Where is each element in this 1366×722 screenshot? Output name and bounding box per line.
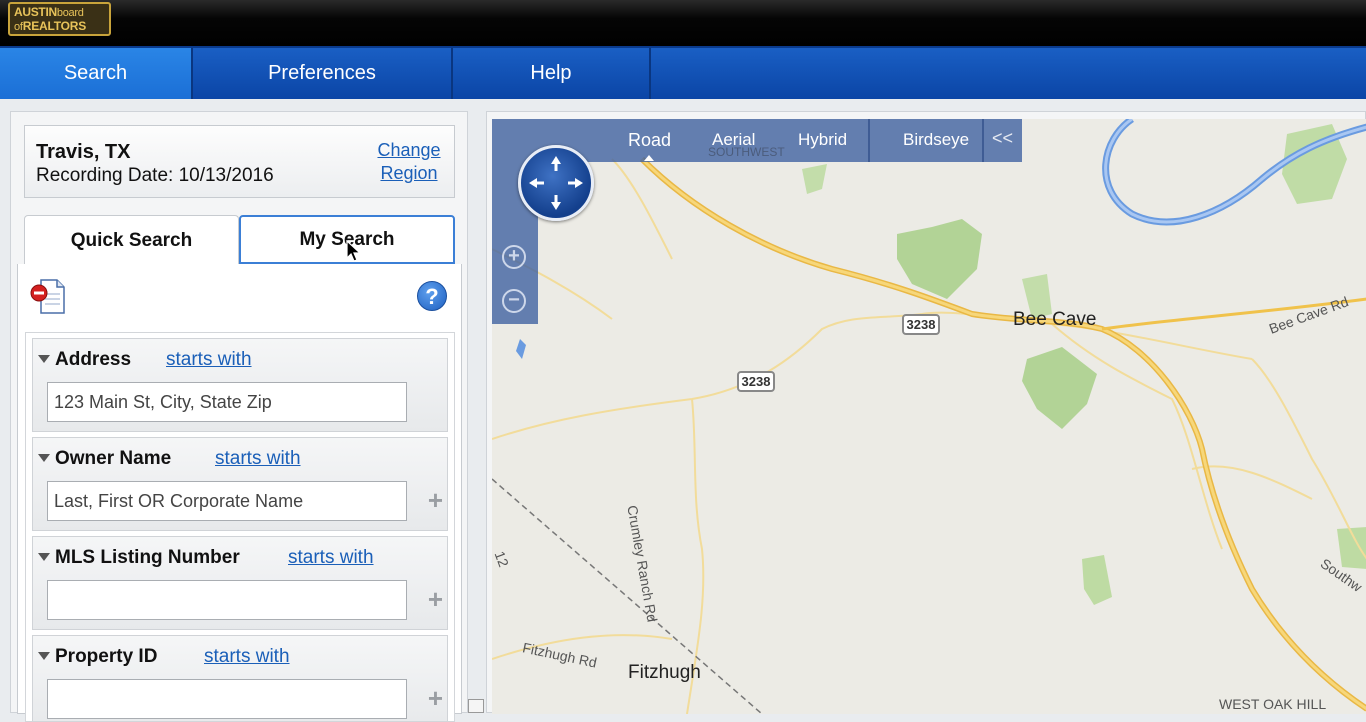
scrollbar-corner[interactable] bbox=[468, 699, 484, 713]
quick-search-body: ? Address starts with Owner Name starts … bbox=[17, 264, 462, 722]
change-region-link[interactable]: Change Region bbox=[374, 139, 444, 185]
map-mode-birdseye[interactable]: Birdseye bbox=[903, 130, 969, 150]
collapse-toolbar-button[interactable]: << bbox=[992, 128, 1013, 149]
austin-board-of-realtors-logo[interactable]: AUSTINboard ofREALTORS bbox=[8, 2, 111, 36]
add-property-id-plus-icon[interactable]: + bbox=[428, 685, 443, 711]
nav-tab-preferences[interactable]: Preferences bbox=[193, 48, 453, 99]
toolbar-divider bbox=[868, 119, 870, 162]
collapse-triangle-icon[interactable] bbox=[38, 553, 50, 561]
collapse-triangle-icon[interactable] bbox=[38, 652, 50, 660]
mouse-cursor-icon bbox=[346, 240, 362, 262]
add-mls-plus-icon[interactable]: + bbox=[428, 586, 443, 612]
top-brand-bar: AUSTINboard ofREALTORS bbox=[0, 0, 1366, 46]
zoom-in-icon[interactable]: + bbox=[502, 245, 526, 269]
change-region-line1: Change bbox=[377, 140, 441, 160]
map-canvas[interactable]: Road Aerial SOUTHWEST Hybrid Birdseye <<… bbox=[492, 119, 1366, 714]
address-label: Address bbox=[55, 349, 132, 370]
collapse-triangle-icon[interactable] bbox=[38, 454, 50, 462]
owner-name-label: Owner Name bbox=[55, 448, 172, 469]
address-input[interactable] bbox=[47, 382, 407, 422]
property-id-match-mode-link[interactable]: starts with bbox=[204, 646, 290, 668]
search-tabs: Quick Search My Search bbox=[24, 215, 456, 266]
road-shield-3238: 3238 bbox=[737, 371, 775, 392]
owner-name-match-mode-link[interactable]: starts with bbox=[215, 448, 301, 470]
help-icon[interactable]: ? bbox=[417, 281, 447, 311]
mls-listing-number-input[interactable] bbox=[47, 580, 407, 620]
nav-tab-help[interactable]: Help bbox=[453, 48, 651, 99]
place-label-fitzhugh: Fitzhugh bbox=[628, 662, 701, 683]
road-shield-3238: 3238 bbox=[902, 314, 940, 335]
mls-match-mode-link[interactable]: starts with bbox=[288, 547, 374, 569]
search-panel: Travis, TX Recording Date: 10/13/2016 Ch… bbox=[10, 111, 468, 722]
map-label-southwest: SOUTHWEST bbox=[708, 145, 785, 159]
search-fields: Address starts with Owner Name starts wi… bbox=[25, 332, 455, 722]
map-terrain bbox=[492, 119, 1366, 714]
main-nav: Search Preferences Help bbox=[0, 46, 1366, 99]
field-group-property-id: Property ID starts with + bbox=[32, 635, 448, 721]
map-mode-road[interactable]: Road bbox=[628, 130, 671, 151]
property-id-input[interactable] bbox=[47, 679, 407, 719]
logo-text-austin: AUSTIN bbox=[14, 5, 57, 19]
collapse-triangle-icon[interactable] bbox=[38, 355, 50, 363]
owner-name-input[interactable] bbox=[47, 481, 407, 521]
place-label-west-oak-hill: WEST OAK HILL bbox=[1219, 696, 1327, 712]
logo-text-realtors: REALTORS bbox=[22, 19, 87, 33]
logo-text-of: of bbox=[14, 21, 23, 33]
address-match-mode-link[interactable]: starts with bbox=[166, 349, 252, 371]
recording-date: Recording Date: 10/13/2016 bbox=[36, 165, 274, 186]
logo-text-board: board bbox=[56, 7, 84, 19]
property-id-label: Property ID bbox=[55, 646, 158, 667]
change-region-line2: Region bbox=[380, 163, 438, 183]
pan-compass-icon[interactable] bbox=[518, 145, 594, 221]
region-box: Travis, TX Recording Date: 10/13/2016 Ch… bbox=[24, 125, 455, 198]
nav-tab-search[interactable]: Search bbox=[0, 48, 193, 99]
map-mode-hybrid[interactable]: Hybrid bbox=[798, 130, 847, 150]
pan-arrows-icon bbox=[529, 156, 583, 210]
active-mode-indicator bbox=[644, 155, 654, 161]
field-group-address: Address starts with bbox=[32, 338, 448, 432]
add-owner-name-plus-icon[interactable]: + bbox=[428, 487, 443, 513]
tab-quick-search[interactable]: Quick Search bbox=[24, 215, 239, 266]
field-group-owner-name: Owner Name starts with + bbox=[32, 437, 448, 531]
clear-form-icon[interactable] bbox=[30, 278, 65, 314]
map-panel: Road Aerial SOUTHWEST Hybrid Birdseye <<… bbox=[486, 111, 1366, 714]
zoom-out-icon[interactable]: − bbox=[502, 289, 526, 313]
region-name: Travis, TX bbox=[36, 141, 131, 163]
toolbar-divider bbox=[982, 119, 984, 162]
mls-listing-number-label: MLS Listing Number bbox=[55, 547, 240, 568]
field-group-mls-listing-number: MLS Listing Number starts with + bbox=[32, 536, 448, 630]
place-label-bee-cave: Bee Cave bbox=[1013, 309, 1097, 330]
